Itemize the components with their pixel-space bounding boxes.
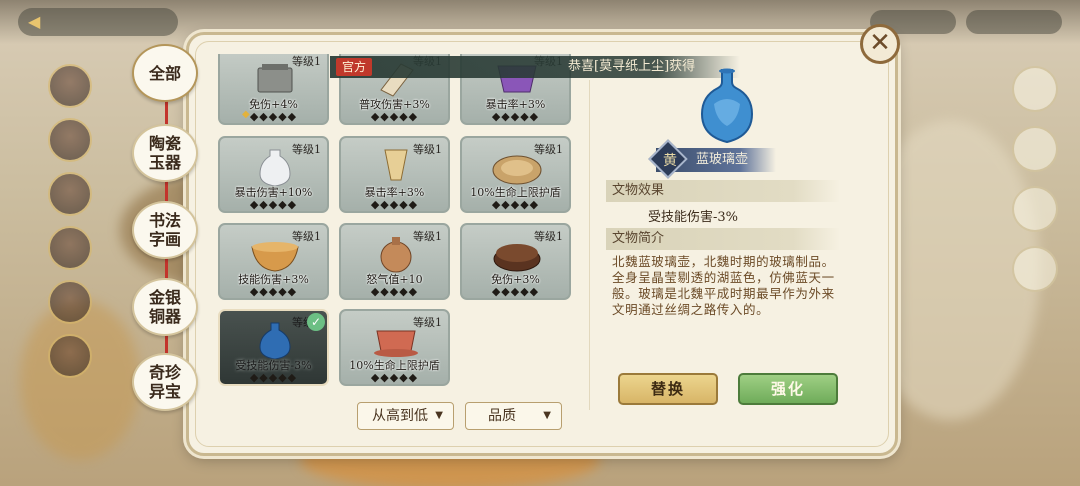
white-vase-icon: [259, 149, 291, 186]
side-menu-button: [1012, 66, 1058, 112]
quality-filter-label: 品质: [488, 408, 516, 424]
effect-section-header: 文物效果: [606, 180, 840, 202]
effect-value: 受技能伤害-3%: [648, 210, 739, 225]
category-tab-calligraphy[interactable]: 书法字画: [132, 201, 198, 259]
artifact-stars: ◆◆◆◆◆: [370, 285, 419, 298]
chevron-down-icon: ▼: [543, 410, 551, 421]
box-icon: [257, 64, 293, 93]
artifact-card[interactable]: 等级1 怒气值+10 ◆◆◆◆◆: [339, 223, 450, 300]
enhance-button[interactable]: 强化: [738, 373, 838, 405]
side-menu-button: [1012, 186, 1058, 232]
artifact-card[interactable]: 等级1 10%生命上限护盾 ◆◆◆◆◆: [460, 136, 571, 213]
side-menu-button: [1012, 126, 1058, 172]
artifact-card[interactable]: 等级1 暴击伤害+10% ◆◆◆◆◆: [218, 136, 329, 213]
artifact-card[interactable]: 等级1 免伤+3% ◆◆◆◆◆: [460, 223, 571, 300]
replace-button[interactable]: 替换: [618, 373, 718, 405]
artifact-stars: ◆◆◆◆◆: [370, 371, 419, 384]
sort-order-label: 从高到低: [372, 408, 428, 424]
blue-vase-icon: [259, 322, 291, 359]
category-tab-ceramics-jade[interactable]: 陶瓷玉器: [132, 124, 198, 182]
artifact-stars: ◆◆◆◆◆: [249, 371, 298, 384]
artifact-stars: ◆◆◆◆◆: [370, 110, 419, 123]
category-tab-treasures[interactable]: 奇珍异宝: [132, 353, 198, 411]
blue-glass-vase-icon: [700, 68, 754, 144]
category-tab-label: 奇珍异宝: [148, 363, 181, 401]
close-button[interactable]: ✕: [860, 24, 900, 64]
flask-icon: [380, 237, 412, 273]
horn-cup-icon: [384, 149, 408, 181]
hero-avatar: [48, 172, 92, 216]
back-button[interactable]: ◀: [18, 8, 178, 36]
hero-avatar: [48, 226, 92, 270]
artifact-grid: 等级1免伤+4%◆◆◆◆◆◆等级1普攻伤害+3%◆◆◆◆◆等级1暴击率+3%◆◆…: [218, 54, 578, 392]
artifact-stars: ◆◆◆◆◆: [491, 198, 540, 211]
side-menu-button: [1012, 246, 1058, 292]
artifact-description: 北魏蓝玻璃壶，北魏时期的玻璃制品。全身呈晶莹剔透的湖蓝色，仿佛蓝天一般。玻璃是北…: [612, 254, 835, 317]
category-tab-label: 金银铜器: [148, 288, 181, 326]
hero-avatar: [48, 334, 92, 378]
hero-avatar: [48, 118, 92, 162]
red-cup-icon: [374, 330, 418, 357]
quality-filter-dropdown[interactable]: 品质 ▼: [465, 402, 562, 430]
artifact-stars: ◆◆◆◆◆: [491, 110, 540, 123]
category-tab-label: 书法字画: [148, 211, 181, 249]
artifact-name-plate: 黄 蓝玻璃壶: [648, 139, 776, 179]
grade-label: 黄: [663, 153, 677, 169]
chevron-down-icon: ▼: [435, 410, 443, 421]
gold-diamond-icon: ◆: [242, 109, 250, 120]
artifact-card[interactable]: 等级1 技能伤害+3% ◆◆◆◆◆: [218, 223, 329, 300]
equipped-check-icon: ✓: [307, 313, 325, 331]
hero-avatar: [48, 280, 92, 324]
artifact-card[interactable]: 等级1暴击率+3%◆◆◆◆◆: [339, 136, 450, 213]
panel-divider: [589, 80, 590, 410]
effect-header-label: 文物效果: [612, 183, 665, 198]
close-icon: ✕: [869, 28, 891, 58]
gold-plate-icon: [492, 155, 542, 185]
artifact-name: 蓝玻璃壶: [696, 152, 749, 167]
resource-counter-2: [966, 10, 1062, 34]
category-tab-label: 陶瓷玉器: [148, 134, 181, 172]
gold-bowl-icon: [251, 242, 299, 272]
intro-header-label: 文物简介: [612, 231, 665, 246]
artifact-stars: ◆◆◆◆◆: [249, 285, 298, 298]
announcement-message: 恭喜[莫寻纸上尘]获得: [568, 59, 696, 74]
back-arrow-icon: ◀: [28, 12, 41, 31]
official-tag: 官方: [336, 58, 373, 76]
hero-avatar: [48, 64, 92, 108]
lacquer-box-icon: [493, 244, 541, 272]
category-tab-metalware[interactable]: 金银铜器: [132, 278, 198, 336]
intro-section-header: 文物简介: [606, 228, 840, 250]
artifact-card[interactable]: 等级1受技能伤害-3%◆◆◆◆◆✓: [218, 309, 329, 386]
artifact-stars: ◆◆◆◆◆: [249, 110, 298, 123]
artifact-card[interactable]: 等级1 10%生命上限护盾 ◆◆◆◆◆: [339, 309, 450, 386]
artifact-stars: ◆◆◆◆◆: [491, 285, 540, 298]
artifact-stars: ◆◆◆◆◆: [370, 198, 419, 211]
category-tab-label: 全部: [148, 63, 181, 83]
sort-order-dropdown[interactable]: 从高到低 ▼: [357, 402, 454, 430]
artifact-stars: ◆◆◆◆◆: [249, 198, 298, 211]
announcement-banner: 官方 恭喜[莫寻纸上尘]获得: [330, 56, 740, 78]
category-tab-all[interactable]: 全部: [132, 44, 198, 102]
artifact-card[interactable]: 等级1 免伤+4% ◆◆◆◆◆ ◆: [218, 54, 329, 125]
